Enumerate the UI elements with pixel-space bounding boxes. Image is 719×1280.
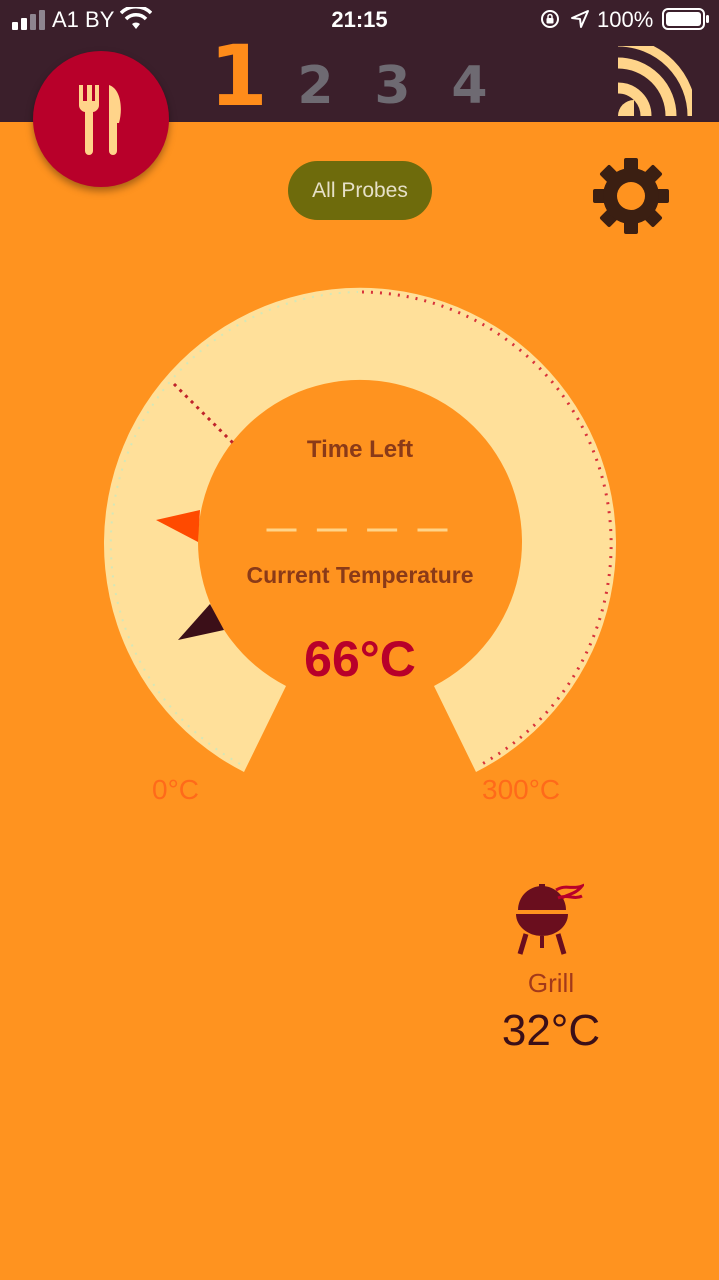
tab-probe-2[interactable]: 2: [277, 60, 354, 122]
grill-temperature-value: 32°C: [501, 1006, 601, 1055]
battery-icon: [662, 8, 709, 30]
tab-probe-1[interactable]: 1: [200, 34, 277, 122]
signal-strength-icon[interactable]: [612, 46, 692, 122]
current-temperature-label: Current Temperature: [246, 562, 474, 588]
gear-icon[interactable]: [592, 157, 670, 235]
grill-icon: [516, 883, 584, 955]
time-left-label: Time Left: [306, 436, 414, 463]
tab-probe-3[interactable]: 3: [354, 60, 431, 122]
app-logo-button[interactable]: [33, 51, 169, 187]
battery-percent: 100%: [597, 7, 654, 32]
probe-tabs: 1 2 3 4: [200, 34, 508, 122]
location-arrow-icon: [571, 10, 589, 28]
fork-knife-icon: [78, 85, 121, 155]
time-left-value: — — — —: [266, 512, 454, 545]
grill-label: Grill: [527, 968, 575, 998]
all-probes-button[interactable]: All Probes: [288, 161, 432, 220]
gauge-max-label: 300°C: [482, 774, 561, 805]
status-bar: A1 BY 21:15 100%: [0, 0, 719, 40]
gauge-min-label: 0°C: [152, 774, 199, 805]
tab-probe-4[interactable]: 4: [431, 60, 508, 122]
current-temperature-value: 66°C: [304, 631, 416, 687]
rotation-lock-icon: [541, 10, 559, 28]
